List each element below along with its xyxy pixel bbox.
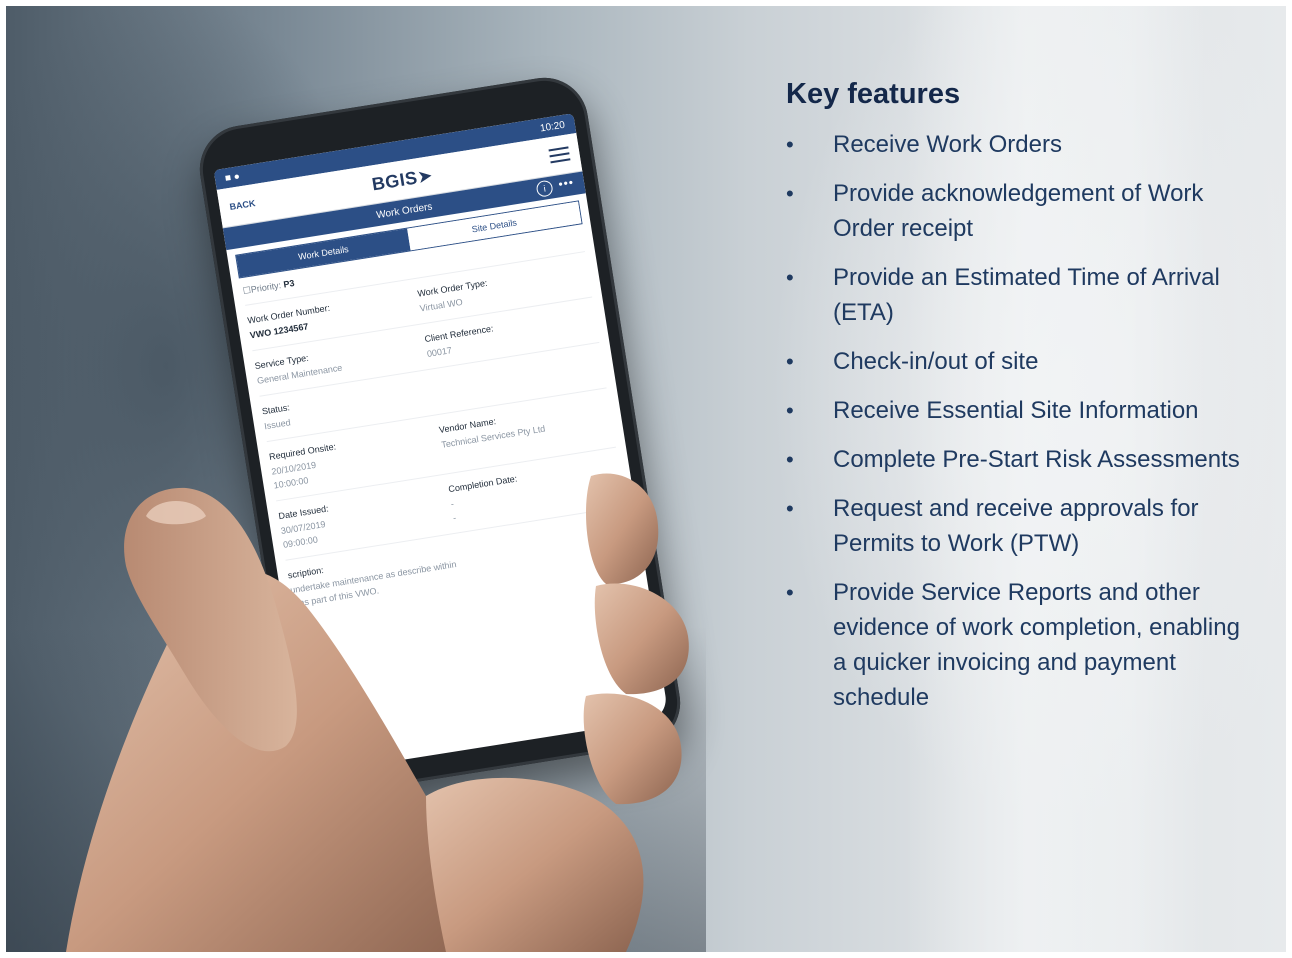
- bullet-icon: •: [786, 447, 794, 472]
- feature-item: • Provide Service Reports and other evide…: [786, 575, 1246, 715]
- feature-text: Provide Service Reports and other eviden…: [833, 579, 1240, 711]
- key-features-panel: Key features • Receive Work Orders • Provi…: [786, 78, 1246, 729]
- status-time: 10:20: [539, 119, 566, 134]
- key-features-list: • Receive Work Orders • Provide acknowledg…: [786, 127, 1246, 715]
- more-options-icon[interactable]: •••: [557, 175, 575, 191]
- bullet-icon: •: [786, 398, 794, 423]
- bullet-icon: •: [786, 496, 794, 521]
- feature-text: Request and receive approvals for Permit…: [833, 495, 1199, 557]
- key-features-heading: Key features: [786, 78, 961, 110]
- feature-text: Provide acknowledgement of Work Order re…: [833, 180, 1204, 242]
- bullet-icon: •: [786, 349, 794, 374]
- feature-text: Receive Essential Site Information: [833, 397, 1199, 424]
- logo-arrow-icon: ➤: [415, 164, 435, 187]
- bullet-icon: •: [786, 580, 794, 605]
- feature-item: • Provide acknowledgement of Work Order r…: [786, 176, 1246, 246]
- feature-text: Complete Pre-Start Risk Assessments: [833, 446, 1240, 473]
- feature-item: • Provide an Estimated Time of Arrival (E…: [786, 260, 1246, 330]
- phone-screen: ■ ● 10:20 BACK BGIS➤ Work Orders i ••• W…: [213, 113, 669, 775]
- feature-text: Check-in/out of site: [833, 348, 1039, 375]
- feature-text: Provide an Estimated Time of Arrival (ET…: [833, 264, 1220, 326]
- bullet-icon: •: [786, 265, 794, 290]
- bgis-logo: BGIS➤: [370, 165, 434, 195]
- hamburger-menu-icon[interactable]: [548, 146, 571, 164]
- section-title: Work Orders: [375, 200, 434, 221]
- info-icon[interactable]: i: [535, 179, 554, 198]
- back-button[interactable]: BACK: [229, 198, 256, 212]
- priority-value: P3: [282, 277, 296, 290]
- bullet-icon: •: [786, 132, 794, 157]
- feature-item: • Receive Work Orders: [786, 127, 1246, 162]
- feature-item: • Request and receive approvals for Permi…: [786, 491, 1246, 561]
- feature-item: • Complete Pre-Start Risk Assessments: [786, 442, 1246, 477]
- logo-text: BGIS: [370, 166, 419, 194]
- feature-item: • Receive Essential Site Information: [786, 393, 1246, 428]
- status-icons-left: ■ ●: [224, 170, 241, 184]
- feature-item: • Check-in/out of site: [786, 344, 1246, 379]
- bullet-icon: •: [786, 181, 794, 206]
- work-order-details: ☐Priority: P3 Work Order Number: VWO 123…: [231, 223, 644, 621]
- feature-text: Receive Work Orders: [833, 131, 1062, 158]
- priority-label: Priority:: [250, 280, 282, 295]
